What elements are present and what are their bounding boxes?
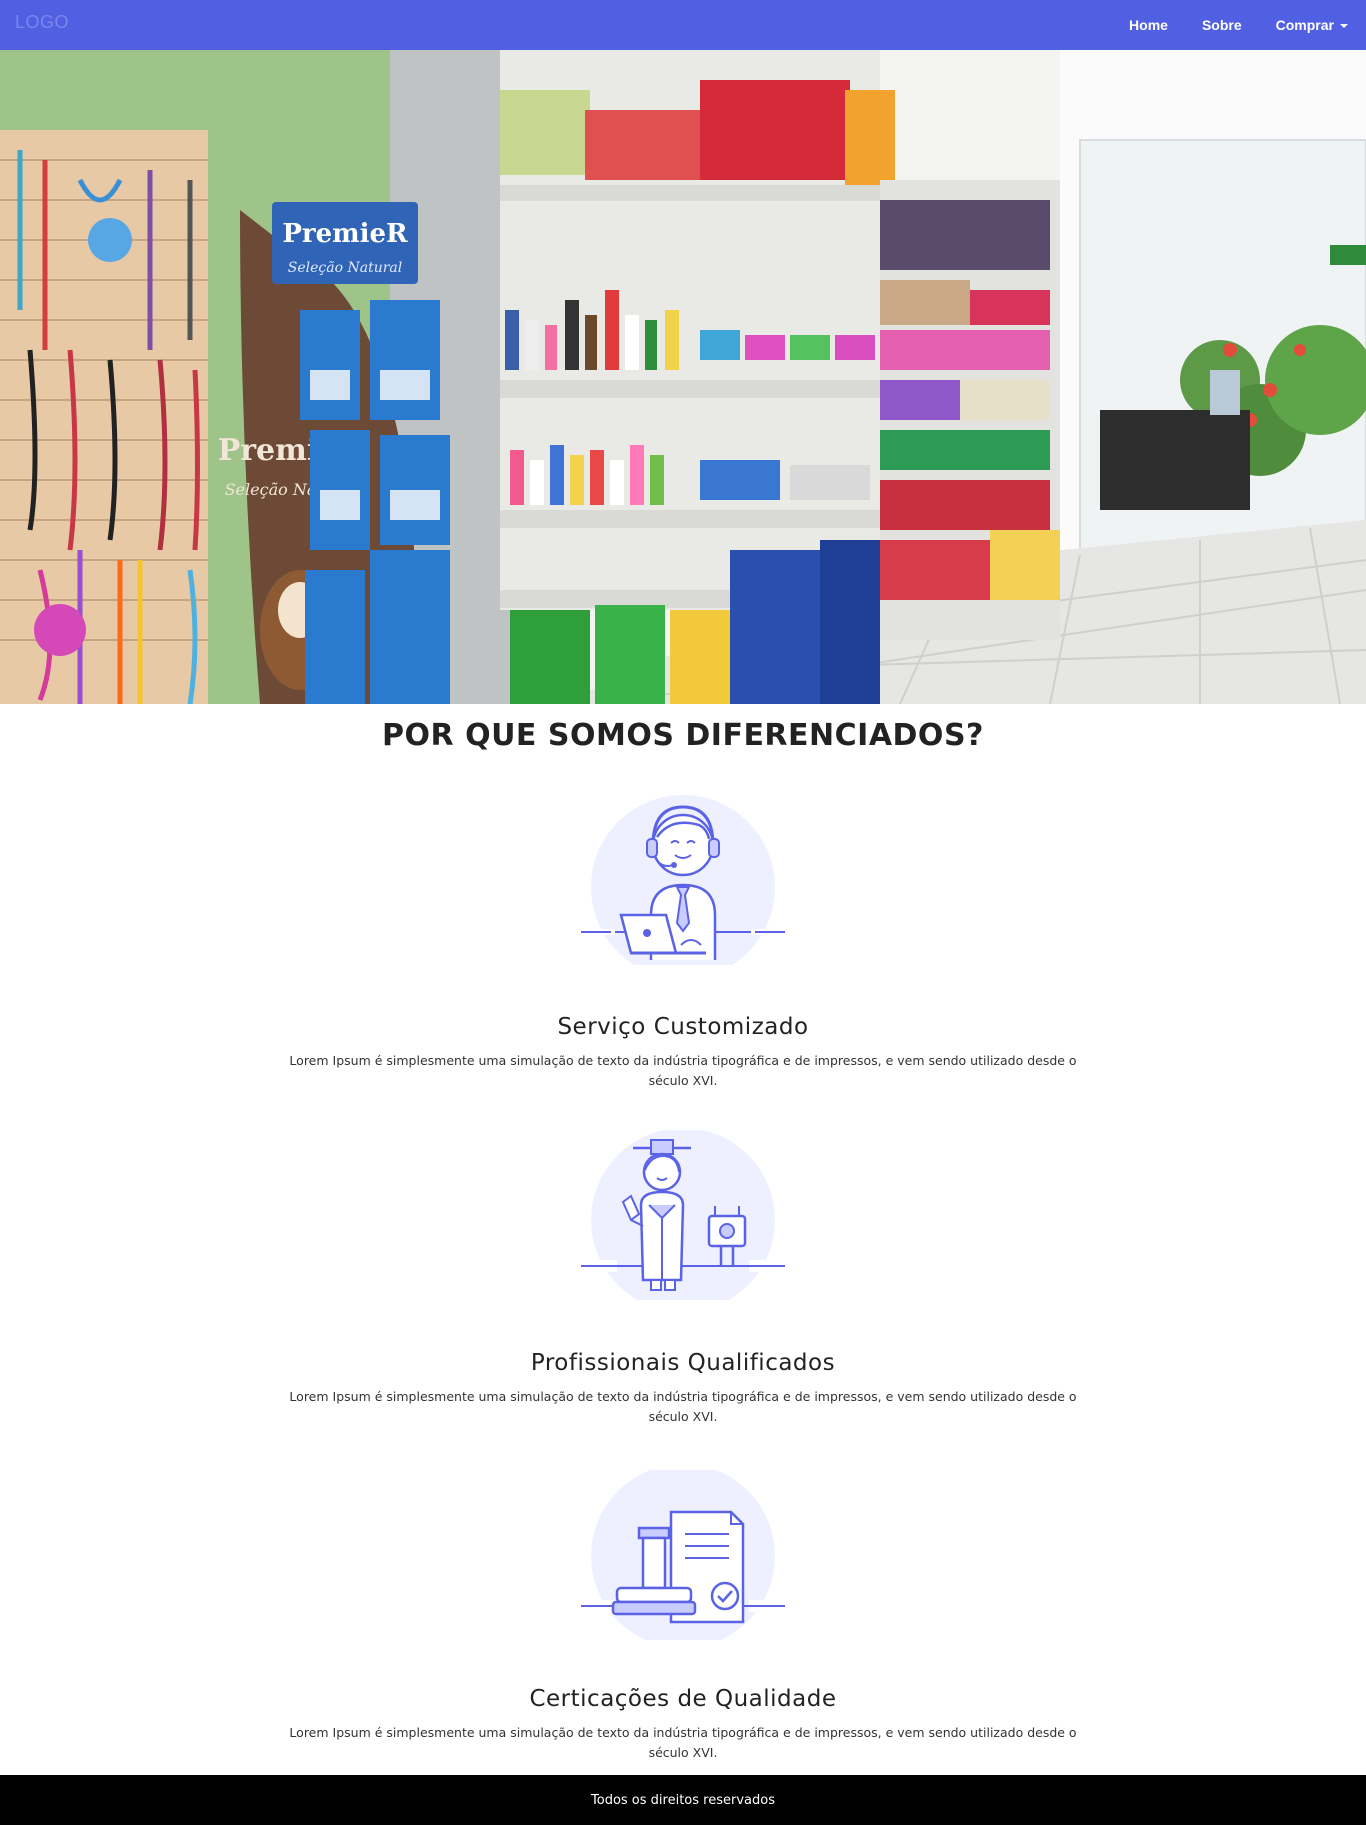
premier-sign-text: PremieR [282,219,408,249]
nav-comprar-dropdown[interactable]: Comprar [1276,17,1348,33]
pet-shop-photo: PremieR Seleção Natural PremieR Seleção … [0,50,1366,704]
nav-menu: Home Sobre Comprar [1095,0,1348,50]
navbar: LOGO Home Sobre Comprar [0,0,1366,50]
caret-down-icon [1340,24,1348,28]
nav-home-label: Home [1129,17,1168,33]
feature-text-quality-certifications: Lorem Ipsum é simplesmente uma simulação… [289,1725,1077,1760]
nav-home-link[interactable]: Home [1129,17,1168,33]
footer-copyright: Todos os direitos reservados [591,1792,775,1808]
feature-text-qualified-professionals: Lorem Ipsum é simplesmente uma simulação… [289,1389,1077,1424]
customer-support-icon [581,795,785,979]
premier-sign-sub: Seleção Natural [288,260,402,276]
nav-comprar-label: Comprar [1275,17,1334,33]
hero-image: PremieR Seleção Natural PremieR Seleção … [0,50,1366,704]
certificate-stamp-icon [581,1464,785,1648]
footer: Todos os direitos reservados [0,1775,1366,1825]
section-title: POR QUE SOMOS DIFERENCIADOS? [382,718,984,753]
logo[interactable]: LOGO [15,12,69,33]
feature-text-custom-service: Lorem Ipsum é simplesmente uma simulação… [289,1053,1077,1088]
feature-title-quality-certifications: Certicações de Qualidade [529,1686,837,1712]
graduate-professional-icon [581,1128,785,1312]
feature-title-custom-service: Serviço Customizado [557,1014,809,1040]
nav-sobre-link[interactable]: Sobre [1202,17,1242,33]
feature-title-qualified-professionals: Profissionais Qualificados [530,1350,836,1376]
nav-sobre-label: Sobre [1201,17,1242,33]
